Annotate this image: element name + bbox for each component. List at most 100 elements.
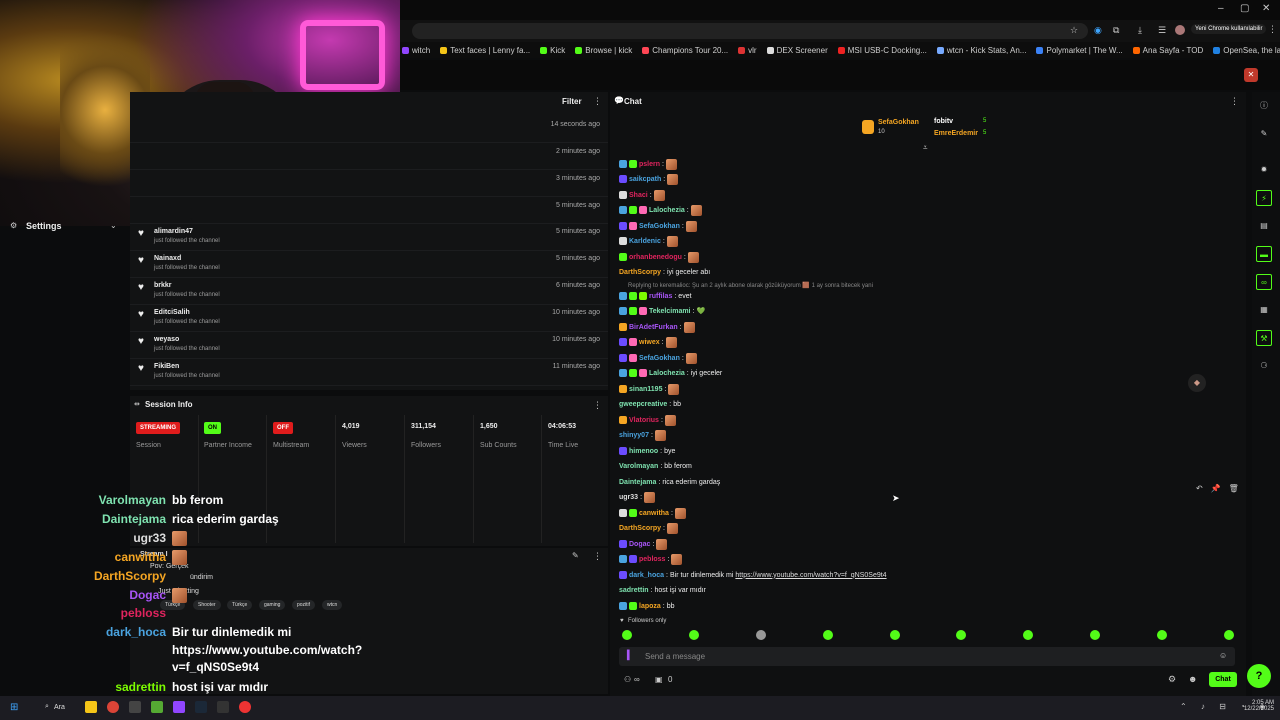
bookmark-item[interactable]: OpenSea, the larges... — [1213, 46, 1280, 55]
emote-icon[interactable] — [755, 630, 766, 640]
follower-name[interactable]: Nainaxd — [154, 255, 181, 262]
emote-icon[interactable] — [1023, 630, 1034, 640]
users-icon[interactable]: ⚇ — [624, 675, 631, 684]
filter-button[interactable]: Filter — [562, 97, 582, 106]
chat-menu-icon[interactable]: ⋮ — [1230, 96, 1239, 107]
bookmark-item[interactable]: Browse | kick — [575, 46, 632, 55]
chat-username[interactable]: Dogac — [629, 541, 650, 548]
chat-username[interactable]: Lalochezia — [649, 207, 685, 214]
chat-username[interactable]: gweepcreative — [619, 401, 667, 408]
close-window-button[interactable]: ✕ — [1262, 3, 1270, 14]
reply-icon[interactable]: ↶ — [1196, 484, 1203, 498]
chevron-down-icon[interactable]: ⌄ — [110, 221, 117, 230]
emote-icon[interactable] — [822, 630, 833, 640]
chat-username[interactable]: sadrettin — [619, 587, 649, 594]
steam-icon[interactable] — [195, 701, 207, 713]
link-icon[interactable]: ∞ — [1256, 274, 1272, 290]
document-icon[interactable]: ▤ — [1256, 218, 1272, 234]
minimize-button[interactable]: – — [1218, 3, 1224, 14]
pinned-icon[interactable]: ▣ — [655, 675, 663, 684]
edit-icon[interactable]: ✎ — [572, 551, 579, 560]
chat-username[interactable]: shinyy07 — [619, 432, 649, 439]
chat-username[interactable]: saikcpath — [629, 176, 661, 183]
windows-start-icon[interactable]: ⊞ — [10, 702, 18, 713]
pin-icon[interactable]: 📌 — [1211, 484, 1221, 498]
app-icon[interactable] — [151, 701, 163, 713]
emoji-icon[interactable]: ☺ — [1219, 651, 1227, 660]
chat-username[interactable]: sinan1195 — [629, 386, 662, 393]
pencil-icon[interactable]: ✎ — [1256, 126, 1272, 142]
chat-username[interactable]: canwitha — [639, 510, 669, 517]
chat-username[interactable]: lapoza — [639, 603, 661, 610]
collapse-icon[interactable]: ⩡ — [923, 143, 928, 153]
wrench-icon[interactable]: ⚒ — [1256, 330, 1272, 346]
tag-shooter[interactable]: Shooter — [193, 600, 221, 610]
tag-turkce[interactable]: Türkçe — [227, 600, 253, 610]
chat-username[interactable]: DarthScorpy — [619, 525, 661, 532]
stream-info-menu-icon[interactable]: ⋮ — [593, 551, 602, 562]
info-icon[interactable]: ⓘ — [1256, 98, 1272, 114]
taskbar-search[interactable]: Ara — [54, 704, 65, 711]
bookmark-item[interactable]: vlr — [738, 46, 757, 55]
help-chat-button[interactable]: ? — [1247, 664, 1271, 688]
chat-username[interactable]: ruffilas — [649, 293, 672, 300]
chrome-update-button[interactable]: Yeni Chrome kullanılabilir — [1191, 24, 1267, 34]
chat-emote-menu-icon[interactable]: ☻ — [1188, 674, 1197, 684]
puzzle-icon[interactable]: ⧉ — [1113, 25, 1119, 36]
tag-wtcn[interactable]: wtcn — [322, 600, 343, 610]
sidepanel-icon[interactable]: ☰ — [1158, 25, 1166, 36]
chat-username[interactable]: SefaGokhan — [639, 355, 680, 362]
address-input[interactable] — [412, 23, 1088, 39]
chat-username[interactable]: pebloss — [639, 556, 665, 563]
partner-income-badge[interactable]: ON — [204, 422, 221, 434]
chat-link[interactable]: https://www.youtube.com/watch?v=f_qNS0Se… — [735, 572, 886, 579]
bookmark-item[interactable]: Champions Tour 20... — [642, 46, 728, 55]
follower-name[interactable]: weyaso — [154, 336, 179, 343]
sidebar-item-settings[interactable]: Settings — [26, 221, 62, 231]
emote-icon[interactable] — [1090, 630, 1101, 640]
emote-icon[interactable] — [1223, 630, 1234, 640]
floating-logo-icon[interactable]: ◆ — [1188, 374, 1206, 392]
chat-username[interactable]: Daintejama — [619, 479, 656, 486]
chat-username[interactable]: SefaGokhan — [639, 223, 680, 230]
extension-icon[interactable]: ◉ — [1094, 25, 1102, 36]
chat-username[interactable]: orhanbenedogu — [629, 254, 682, 261]
bookmark-item[interactable]: Polymarket | The W... — [1036, 46, 1123, 55]
chat-username[interactable]: dark_hoca — [629, 572, 664, 579]
chat-settings-icon[interactable]: ⚙ — [1168, 674, 1176, 685]
chat-username[interactable]: Shaci — [629, 192, 648, 199]
multistream-badge[interactable]: OFF — [273, 422, 293, 434]
chat-username[interactable]: wiwex — [639, 339, 660, 346]
chat-username[interactable]: Varolmayan — [619, 463, 658, 470]
bookmark-item[interactable]: DEX Screener — [766, 46, 828, 55]
chat-username[interactable]: himenoo — [629, 448, 658, 455]
follower-name[interactable]: alimardin47 — [154, 228, 193, 235]
chrome-icon[interactable] — [107, 701, 119, 713]
maximize-button[interactable]: ▢ — [1240, 3, 1249, 14]
obs-icon[interactable] — [217, 701, 229, 713]
follower-name[interactable]: brkkr — [154, 282, 172, 289]
chat-message-input[interactable] — [619, 647, 1235, 666]
bookmark-item[interactable]: Text faces | Lenny fa... — [440, 46, 530, 55]
chat-bubble-icon[interactable]: ▬ — [1256, 246, 1272, 262]
send-chat-button[interactable]: Chat — [1209, 672, 1237, 687]
chat-username[interactable]: BirAdetFurkan — [629, 324, 678, 331]
box-icon[interactable]: ▦ — [1256, 302, 1272, 318]
emote-icon[interactable] — [1157, 630, 1167, 640]
delete-icon[interactable]: 🗑 — [1229, 484, 1239, 498]
search-icon[interactable]: ⌕ — [45, 703, 49, 711]
star-icon[interactable]: ☆ — [1070, 25, 1078, 36]
mic-icon[interactable]: ▍ — [627, 650, 634, 661]
tag-gaming[interactable]: gaming — [259, 600, 286, 610]
chat-username[interactable]: Vlatorius — [629, 417, 659, 424]
app-icon[interactable] — [129, 701, 141, 713]
session-menu-icon[interactable]: ⋮ — [593, 400, 602, 411]
gifter-name[interactable]: EmreErdemir — [934, 130, 978, 137]
gifter-name[interactable]: fobitv — [934, 118, 953, 125]
nodes-icon[interactable]: ⚆ — [1256, 358, 1272, 374]
bookmark-item[interactable]: Ana Sayfa - TOD — [1132, 46, 1203, 55]
avatar[interactable] — [1175, 25, 1185, 35]
app-icon[interactable] — [173, 701, 185, 713]
chat-username[interactable]: Tekelcimami — [649, 308, 691, 315]
bookmark-item[interactable]: Kick — [540, 46, 565, 55]
